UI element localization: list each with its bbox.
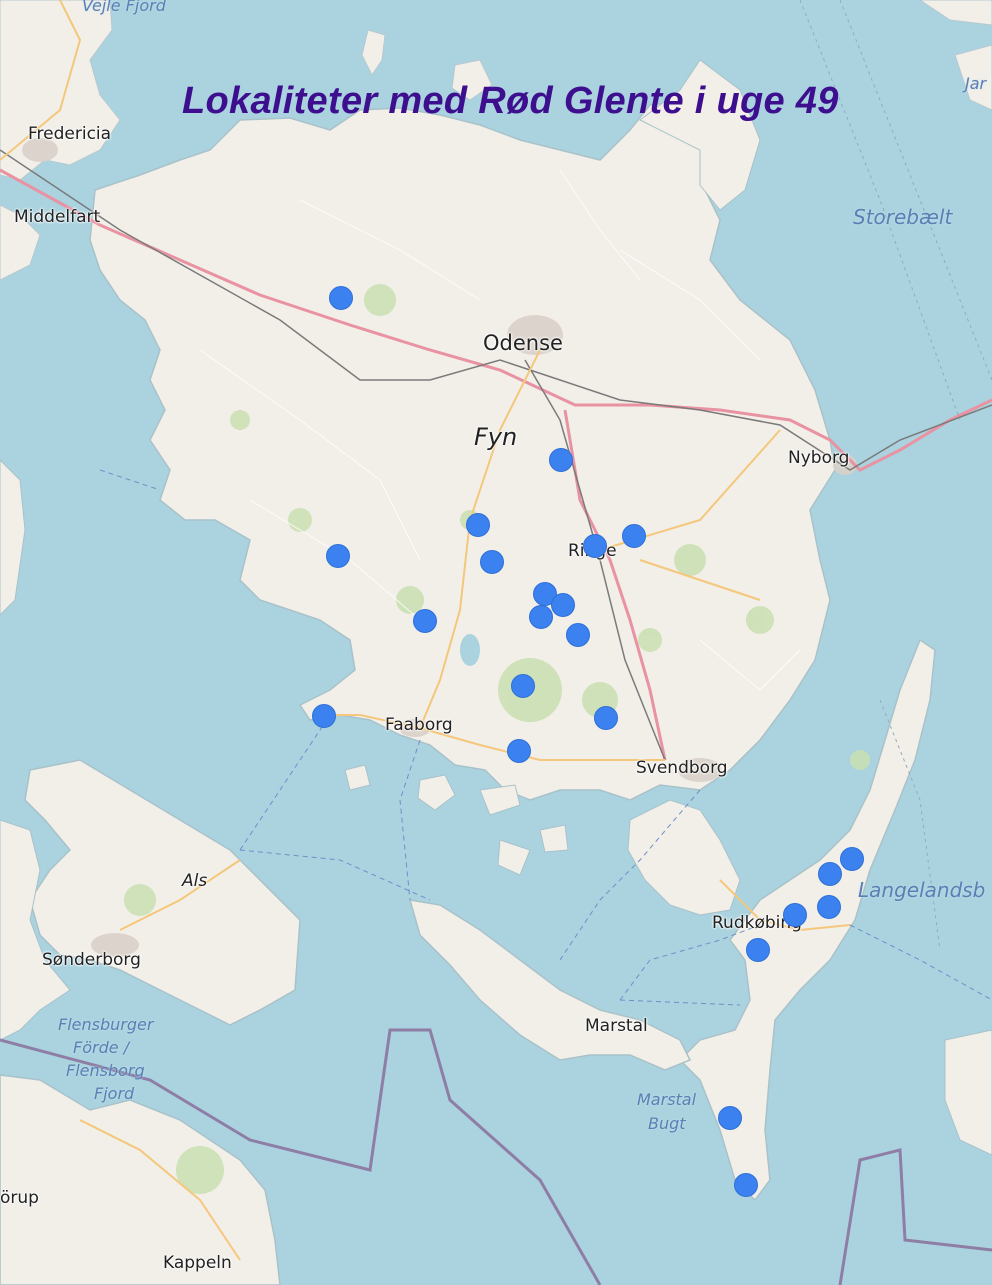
label-flensburger-2: Förde / bbox=[73, 1038, 130, 1057]
label-flensburger-4: Fjord bbox=[94, 1084, 135, 1103]
label-sonderborg: Sønderborg bbox=[42, 950, 141, 970]
label-flensburger-3: Flensborg bbox=[66, 1061, 145, 1080]
observation-marker[interactable] bbox=[817, 895, 841, 919]
basemap bbox=[0, 0, 992, 1285]
label-fyn: Fyn bbox=[474, 423, 518, 451]
label-nyborg: Nyborg bbox=[788, 448, 850, 468]
observation-marker[interactable] bbox=[594, 706, 618, 730]
label-langelandsbaelt: Langelandsb bbox=[858, 878, 986, 902]
label-flensburger-1: Flensburger bbox=[58, 1015, 154, 1034]
observation-marker[interactable] bbox=[840, 847, 864, 871]
observation-marker[interactable] bbox=[507, 739, 531, 763]
label-jar: Jar bbox=[965, 74, 987, 93]
observation-marker[interactable] bbox=[783, 903, 807, 927]
label-faaborg: Faaborg bbox=[385, 715, 453, 735]
observation-marker[interactable] bbox=[312, 704, 336, 728]
label-storebaelt: Storebælt bbox=[853, 205, 953, 229]
label-odense: Odense bbox=[483, 331, 563, 355]
observation-marker[interactable] bbox=[718, 1106, 742, 1130]
label-svendborg: Svendborg bbox=[636, 758, 728, 778]
label-marstal-bugt-2: Bugt bbox=[648, 1114, 686, 1133]
observation-marker[interactable] bbox=[549, 448, 573, 472]
observation-marker[interactable] bbox=[583, 534, 607, 558]
observation-marker[interactable] bbox=[566, 623, 590, 647]
observation-marker[interactable] bbox=[511, 674, 535, 698]
label-marstal-bugt-1: Marstal bbox=[637, 1090, 697, 1109]
observation-marker[interactable] bbox=[480, 550, 504, 574]
label-marstal: Marstal bbox=[585, 1016, 648, 1036]
map-canvas[interactable]: Lokaliteter med Rød Glente i uge 49 Fred… bbox=[0, 0, 992, 1285]
label-vejle-fjord: Vejle Fjord bbox=[82, 0, 166, 15]
observation-marker[interactable] bbox=[746, 938, 770, 962]
observation-marker[interactable] bbox=[734, 1173, 758, 1197]
map-title: Lokaliteter med Rød Glente i uge 49 bbox=[182, 80, 839, 122]
observation-marker[interactable] bbox=[466, 513, 490, 537]
observation-marker[interactable] bbox=[326, 544, 350, 568]
label-fredericia: Fredericia bbox=[28, 124, 112, 144]
observation-marker[interactable] bbox=[551, 593, 575, 617]
label-kappeln: Kappeln bbox=[163, 1253, 232, 1273]
label-middelfart: Middelfart bbox=[14, 207, 101, 227]
observation-marker[interactable] bbox=[329, 286, 353, 310]
observation-marker[interactable] bbox=[413, 609, 437, 633]
label-als: Als bbox=[182, 871, 208, 891]
observation-marker[interactable] bbox=[529, 605, 553, 629]
label-borup: örup bbox=[0, 1188, 39, 1208]
observation-marker[interactable] bbox=[622, 524, 646, 548]
observation-marker[interactable] bbox=[818, 862, 842, 886]
